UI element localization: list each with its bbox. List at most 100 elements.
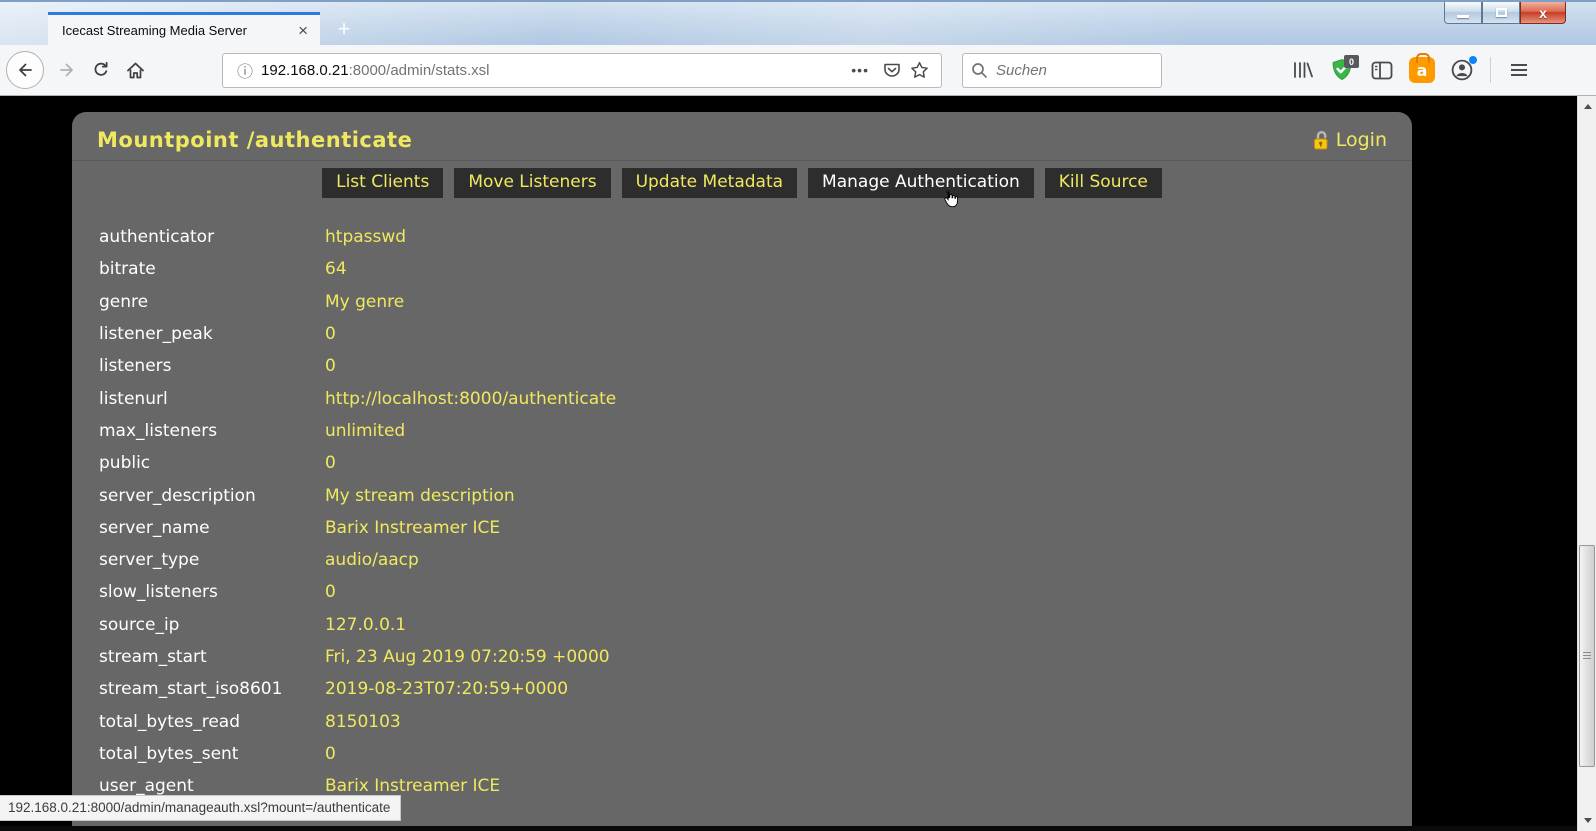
amazon-assistant-icon[interactable]: a (1405, 53, 1439, 87)
vertical-scrollbar[interactable] (1577, 96, 1596, 831)
stat-value: 0 (325, 453, 336, 473)
page-viewport: Mountpoint /authenticate Login List Clie… (0, 96, 1577, 831)
table-row: listenurlhttp://localhost:8000/authentic… (99, 382, 1412, 414)
reload-icon (91, 60, 111, 80)
adblock-shield-icon[interactable]: 0 (1325, 53, 1359, 87)
tab-close-icon[interactable]: × (294, 22, 312, 39)
table-row: total_bytes_sent0 (99, 738, 1412, 770)
back-button[interactable] (6, 51, 44, 89)
scroll-up-icon (1584, 104, 1592, 109)
reload-button[interactable] (84, 53, 118, 87)
sidebar-toggle-icon[interactable] (1365, 53, 1399, 87)
table-row: source_ip127.0.0.1 (99, 609, 1412, 641)
stat-value: Fri, 23 Aug 2019 07:20:59 +0000 (325, 647, 610, 667)
minimize-icon (1457, 15, 1469, 18)
pocket-icon[interactable] (879, 57, 905, 83)
table-row: authenticatorhtpasswd (99, 221, 1412, 253)
back-icon (15, 60, 35, 80)
stat-key: stream_start (99, 647, 325, 667)
stat-value: unlimited (325, 421, 405, 441)
table-row: server_typeaudio/aacp (99, 544, 1412, 576)
maximize-icon (1496, 8, 1507, 17)
stat-value: audio/aacp (325, 550, 419, 570)
stat-key: server_name (99, 518, 325, 538)
stat-value: 0 (325, 356, 336, 376)
page-title: Mountpoint /authenticate (97, 128, 412, 152)
nav-button-kill-source[interactable]: Kill Source (1045, 168, 1162, 198)
search-bar[interactable] (962, 53, 1162, 88)
page-actions-icon[interactable]: ••• (851, 62, 869, 78)
amazon-letter: a (1417, 61, 1428, 80)
home-button[interactable] (118, 53, 152, 87)
scroll-up-button[interactable] (1578, 98, 1596, 115)
stat-key: total_bytes_read (99, 712, 325, 732)
stat-key: slow_listeners (99, 582, 325, 602)
table-row: genreMy genre (99, 286, 1412, 318)
stat-value: 0 (325, 582, 336, 602)
table-row: server_nameBarix Instreamer ICE (99, 512, 1412, 544)
window-controls: x (1444, 2, 1566, 24)
table-row: bitrate64 (99, 253, 1412, 285)
search-icon (971, 62, 988, 79)
home-icon (125, 60, 146, 81)
stat-key: server_description (99, 486, 325, 506)
close-icon: x (1539, 5, 1547, 21)
stat-key: authenticator (99, 227, 325, 247)
table-row: stream_startFri, 23 Aug 2019 07:20:59 +0… (99, 641, 1412, 673)
url-bar[interactable]: ⓘ 192.168.0.21:8000/admin/stats.xsl ••• (222, 53, 942, 88)
stat-key: source_ip (99, 615, 325, 635)
maximize-button[interactable] (1482, 2, 1520, 24)
window-bottom-edge (0, 826, 1577, 831)
search-input[interactable] (996, 62, 1136, 79)
stat-key: user_agent (99, 776, 325, 796)
stat-key: listeners (99, 356, 325, 376)
scrollbar-grip (1583, 652, 1591, 660)
close-button[interactable]: x (1520, 2, 1566, 24)
nav-button-list-clients[interactable]: List Clients (322, 168, 443, 198)
nav-button-manage-authentication[interactable]: Manage Authentication (808, 168, 1034, 198)
table-row: listeners0 (99, 350, 1412, 382)
table-row: listener_peak0 (99, 318, 1412, 350)
new-tab-button[interactable]: + (330, 16, 358, 42)
mountpoint-panel: Mountpoint /authenticate Login List Clie… (72, 112, 1412, 827)
account-notification-dot (1469, 56, 1477, 64)
panel-header: Mountpoint /authenticate Login (72, 112, 1412, 161)
login-label: Login (1336, 129, 1387, 151)
stat-key: server_type (99, 550, 325, 570)
stat-value: 64 (325, 259, 347, 279)
forward-button[interactable] (50, 53, 84, 87)
tab-title: Icecast Streaming Media Server (62, 23, 294, 38)
library-icon[interactable] (1285, 53, 1319, 87)
nav-button-row: List Clients Move Listeners Update Metadat… (72, 168, 1412, 198)
stat-value: 127.0.0.1 (325, 615, 406, 635)
tab-icecast[interactable]: Icecast Streaming Media Server × (48, 12, 320, 45)
menu-button[interactable] (1502, 53, 1536, 87)
url-text: 192.168.0.21:8000/admin/stats.xsl (261, 62, 490, 79)
site-info-icon[interactable]: ⓘ (237, 58, 253, 82)
scroll-down-icon (1584, 818, 1592, 823)
stat-key: listenurl (99, 389, 325, 409)
stat-value: 0 (325, 324, 336, 344)
minimize-button[interactable] (1444, 2, 1482, 24)
browser-window: Icecast Streaming Media Server × + x (0, 0, 1596, 831)
nav-button-update-metadata[interactable]: Update Metadata (622, 168, 797, 198)
stat-key: total_bytes_sent (99, 744, 325, 764)
nav-button-move-listeners[interactable]: Move Listeners (454, 168, 610, 198)
stat-key: bitrate (99, 259, 325, 279)
stat-value: 8150103 (325, 712, 401, 732)
stat-value: 2019-08-23T07:20:59+0000 (325, 679, 568, 699)
table-row: slow_listeners0 (99, 576, 1412, 608)
account-icon[interactable] (1445, 53, 1479, 87)
bookmark-star-icon[interactable] (905, 56, 933, 84)
login-link[interactable]: Login (1313, 129, 1387, 151)
stat-key: genre (99, 292, 325, 312)
stats-table: authenticatorhtpasswdbitrate64genreMy ge… (99, 221, 1412, 802)
stat-key: listener_peak (99, 324, 325, 344)
scroll-down-button[interactable] (1578, 812, 1596, 829)
table-row: max_listenersunlimited (99, 415, 1412, 447)
scrollbar-thumb[interactable] (1579, 545, 1595, 767)
stat-key: public (99, 453, 325, 473)
stat-value: htpasswd (325, 227, 406, 247)
status-link-preview: 192.168.0.21:8000/admin/manageauth.xsl?m… (0, 795, 401, 821)
shield-badge: 0 (1344, 55, 1359, 68)
